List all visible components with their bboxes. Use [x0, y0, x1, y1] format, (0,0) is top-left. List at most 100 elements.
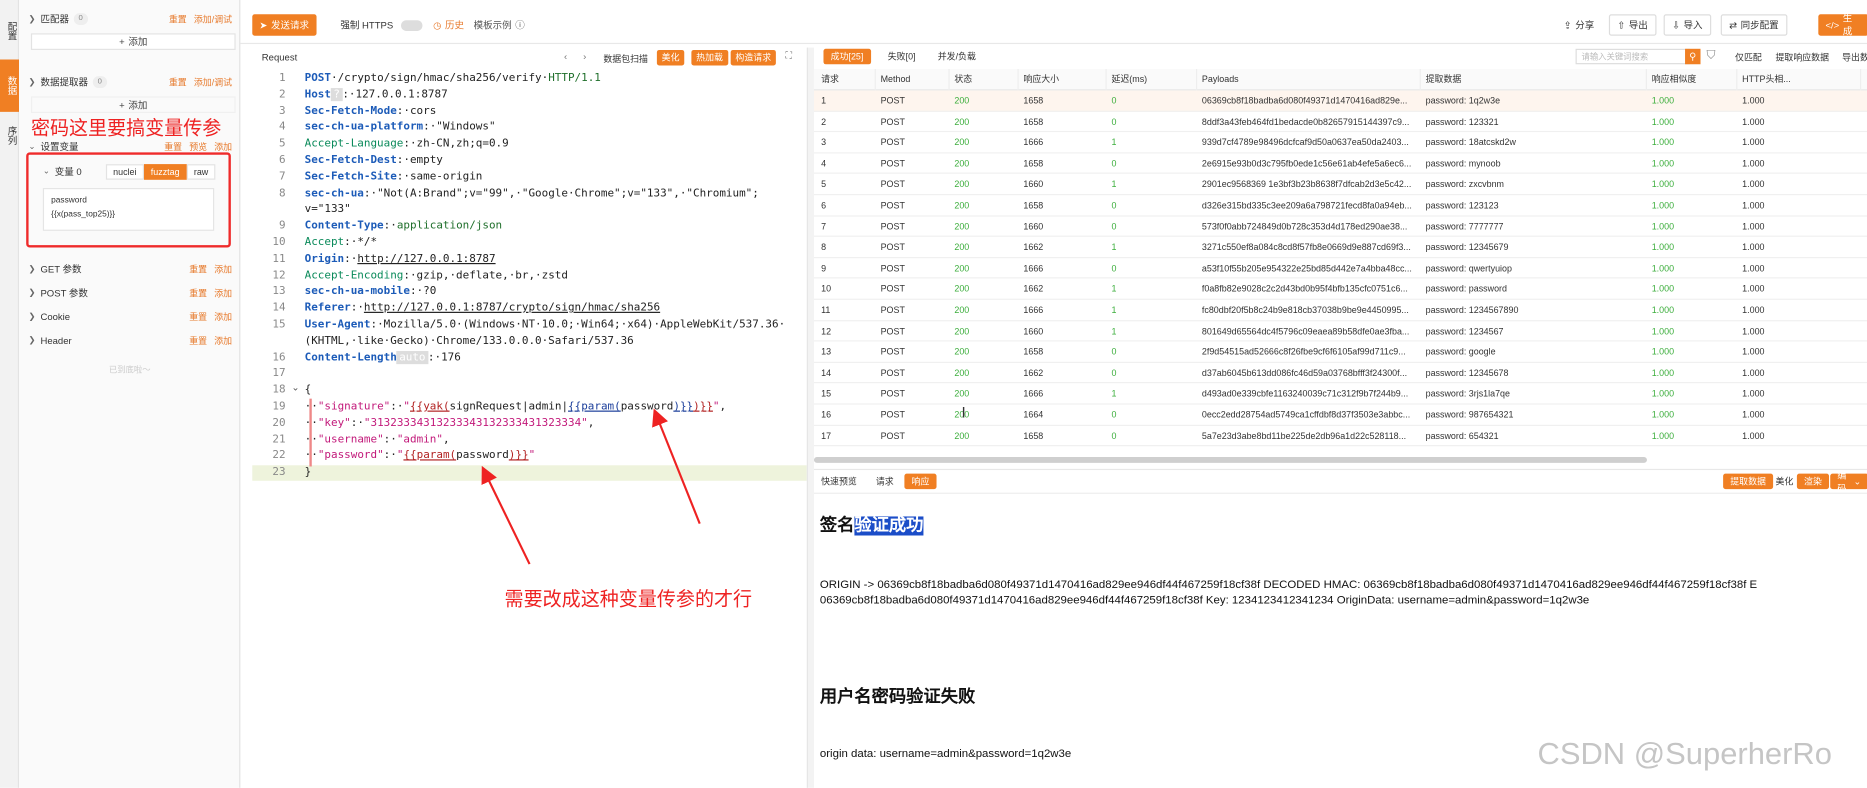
- post-reset-button[interactable]: 重置: [189, 286, 207, 299]
- get-reset-button[interactable]: 重置: [189, 262, 207, 275]
- fold-icon[interactable]: ⌄: [292, 382, 300, 393]
- build-request-button[interactable]: 构造请求: [730, 49, 776, 66]
- share-button[interactable]: ⇪ 分享: [1556, 14, 1602, 36]
- table-row[interactable]: 5 POST 200 1660 1 2901ec9568369 1e3bf3b23b863…: [813, 174, 1867, 196]
- table-row[interactable]: 6 POST 200 1658 0 d326e315bd335c3ee209a6a7987…: [813, 195, 1867, 217]
- tab-success[interactable]: 成功[25]: [823, 48, 871, 65]
- column-header[interactable]: 延迟(ms): [1111, 69, 1198, 91]
- table-row[interactable]: 7 POST 200 1660 0 573f0f0abb724849d0b728c353d…: [813, 216, 1867, 238]
- filter-icon[interactable]: ⛉: [1706, 49, 1715, 62]
- beautify-toggle[interactable]: 美化: [1768, 474, 1800, 489]
- tab-fail[interactable]: 失败[0]: [881, 49, 923, 64]
- mode-raw[interactable]: raw: [186, 163, 216, 180]
- post-add-button[interactable]: 添加: [214, 286, 232, 299]
- packet-scan-button[interactable]: 数据包扫描: [603, 52, 648, 65]
- table-row[interactable]: 11 POST 200 1666 1 fc80dbf20f5b8c24b9e818cb37…: [813, 300, 1867, 321]
- extractors-add-wide-button[interactable]: + 添加: [30, 96, 236, 114]
- fullscreen-icon[interactable]: ⛶: [785, 50, 792, 62]
- var-mode-switch[interactable]: nuclei fuzztag raw: [106, 163, 216, 180]
- import-button[interactable]: ⇩ 导入: [1663, 14, 1711, 36]
- extract-response-button[interactable]: 提取响应数据: [1775, 51, 1829, 64]
- table-row[interactable]: 17 POST 200 1658 0 5a7e23d3abe8bd11be225de2db…: [813, 426, 1867, 447]
- template-example-button[interactable]: 模板示例 ⓘ: [466, 14, 531, 35]
- tab-response[interactable]: 响应: [904, 473, 937, 490]
- cookie-add-button[interactable]: 添加: [214, 310, 232, 323]
- export-label: 导出: [1628, 19, 1648, 31]
- header-section[interactable]: ❯ Header 重置 添加: [29, 331, 232, 350]
- send-request-button[interactable]: ➤ 发送请求: [252, 14, 317, 36]
- history-button[interactable]: ◷ 历史: [426, 14, 471, 35]
- splitter[interactable]: [806, 47, 814, 788]
- table-row[interactable]: 13 POST 200 1658 0 2f9d54515ad52666c8f26fbe9c…: [813, 342, 1867, 363]
- table-row[interactable]: 4 POST 200 1658 0 2e6915e93b0d3c795fb0ede1c56…: [813, 153, 1867, 175]
- table-cell: 2e6915e93b0d3c795fb0ede1c56e61ab4efe5a6e…: [1201, 158, 1412, 169]
- table-cell: 1.000: [1742, 137, 1765, 148]
- var0-editor[interactable]: password {{x(pass_top25)}}: [42, 188, 215, 231]
- table-row[interactable]: 10 POST 200 1662 1 f0a8fb82e9028c2c2d43bd0b95…: [813, 279, 1867, 300]
- setvars-preview-button[interactable]: 预览: [189, 140, 207, 153]
- encoding-select[interactable]: 编码 ⌄: [1830, 469, 1867, 493]
- column-header[interactable]: 状态: [954, 69, 1019, 91]
- column-header[interactable]: 响应大小: [1023, 69, 1107, 91]
- search-icon[interactable]: ⚲: [1685, 48, 1701, 65]
- search-input[interactable]: 请输入关键词搜索: [1575, 48, 1690, 65]
- generate-button[interactable]: </> 生成: [1818, 13, 1867, 37]
- export-data-button[interactable]: 导出数: [1842, 51, 1867, 64]
- setvars-add-button[interactable]: 添加: [214, 140, 232, 153]
- matchers-add-wide-button[interactable]: + 添加: [30, 33, 236, 50]
- extractors-section[interactable]: ❯ 数据提取器 0 重置 添加/调试: [29, 73, 232, 92]
- post-params-section[interactable]: ❯ POST 参数 重置 添加: [29, 283, 232, 302]
- column-header[interactable]: Payloads: [1202, 69, 1421, 91]
- request-title: Request: [261, 52, 298, 64]
- table-row[interactable]: 3 POST 200 1666 1 939d7cf4789e98496dcfcaf9d50…: [813, 132, 1867, 154]
- column-header[interactable]: 请求: [821, 69, 876, 91]
- cookie-section[interactable]: ❯ Cookie 重置 添加: [29, 307, 232, 326]
- table-row[interactable]: 15 POST 200 1666 1 d493ad0e339cbfe1163240039c…: [813, 384, 1867, 405]
- table-row[interactable]: 8 POST 200 1662 1 3271c550ef8a084c8cd8f57fb8e…: [813, 237, 1867, 258]
- table-row[interactable]: 12 POST 200 1660 1 801649d65564dc4f5796c09eae…: [813, 321, 1867, 342]
- tab-request[interactable]: 请求: [869, 474, 901, 489]
- matchers-reset-button[interactable]: 重置: [169, 12, 187, 25]
- column-header[interactable]: HTTP头相...: [1742, 69, 1862, 91]
- table-row[interactable]: 2 POST 200 1658 0 8ddf3a43feb464fd1bedacde0b8…: [813, 111, 1867, 133]
- sync-config-button[interactable]: ⇄ 同步配置: [1720, 14, 1788, 36]
- var0-row[interactable]: ⌄ 变量 0 nuclei fuzztag raw: [43, 162, 216, 181]
- export-button[interactable]: ⇧ 导出: [1608, 14, 1657, 36]
- extractors-add-button[interactable]: 添加/调试: [194, 76, 232, 89]
- setvars-reset-button[interactable]: 重置: [164, 140, 182, 153]
- extract-data-button[interactable]: 提取数据: [1723, 473, 1774, 490]
- table-cell: d326e315bd335c3ee209a6a798721fecd8fa0a94…: [1201, 199, 1412, 211]
- header-add-button[interactable]: 添加: [214, 334, 232, 347]
- matchers-add-button[interactable]: 添加/调试: [194, 12, 232, 25]
- column-header[interactable]: Method: [881, 69, 950, 91]
- tab-quick-preview[interactable]: 快速预览: [814, 474, 864, 489]
- force-https-toggle[interactable]: 强制 HTTPS: [333, 14, 430, 35]
- column-header[interactable]: 提取数据: [1426, 69, 1647, 91]
- table-row[interactable]: 9 POST 200 1666 0 a53f10f55b205e954322e25bd85…: [813, 258, 1867, 279]
- rail-tab-config[interactable]: 配置: [0, 10, 19, 53]
- only-match-button[interactable]: 仅匹配: [1735, 51, 1762, 64]
- column-header[interactable]: 响应相似度: [1652, 69, 1738, 91]
- horizontal-scrollbar[interactable]: [813, 456, 1647, 463]
- rail-tab-sequence[interactable]: 序列: [0, 117, 19, 155]
- table-row[interactable]: 14 POST 200 1662 0 d37ab6045b613dd086fc46d59a…: [813, 363, 1867, 384]
- table-row[interactable]: 16 POST 200 1664 0 0ecc2edd28754ad5749ca1cffd…: [813, 405, 1867, 426]
- header-reset-button[interactable]: 重置: [189, 334, 207, 347]
- arrow-left-icon[interactable]: ‹: [564, 51, 567, 62]
- beautify-button[interactable]: 美化: [656, 49, 685, 66]
- mode-fuzztag[interactable]: fuzztag: [143, 163, 187, 180]
- code-line: Accept:·*/*: [304, 235, 378, 249]
- cookie-reset-button[interactable]: 重置: [189, 310, 207, 323]
- rail-tab-data[interactable]: 数据: [0, 59, 20, 112]
- render-toggle[interactable]: 渲染: [1796, 473, 1830, 490]
- mode-nuclei[interactable]: nuclei: [106, 163, 144, 180]
- table-row[interactable]: 1 POST 200 1658 0 06369cb8f18badba6d080f49371…: [813, 90, 1867, 112]
- get-add-button[interactable]: 添加: [214, 262, 232, 275]
- toggle-switch[interactable]: [401, 19, 423, 31]
- extractors-reset-button[interactable]: 重置: [169, 76, 187, 89]
- arrow-right-icon[interactable]: ›: [583, 51, 586, 62]
- tab-concurrency[interactable]: 并发/负载: [931, 49, 983, 64]
- get-params-section[interactable]: ❯ GET 参数 重置 添加: [29, 259, 232, 278]
- matchers-section[interactable]: ❯ 匹配器 0 重置 添加/调试: [29, 10, 232, 29]
- hot-reload-button[interactable]: 热加载: [691, 49, 728, 66]
